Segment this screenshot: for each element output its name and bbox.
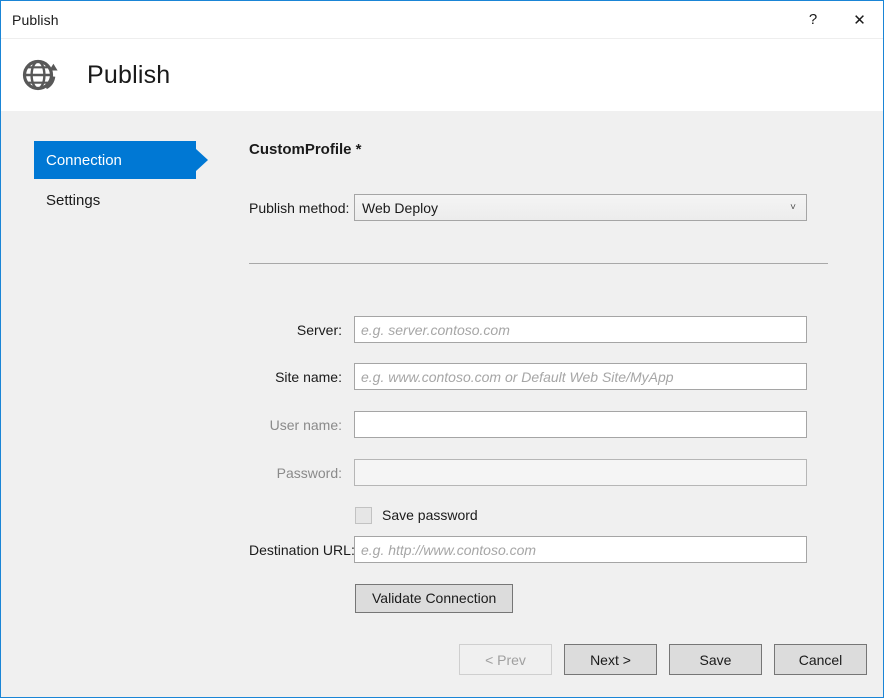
password-row: Password: [249, 459, 828, 486]
save-password-label: Save password [382, 507, 478, 523]
site-name-input[interactable] [354, 363, 807, 390]
publish-method-select[interactable]: Web Deploy ˅ [354, 194, 807, 221]
selected-pointer-icon [196, 149, 208, 171]
destination-url-label: Destination URL: [249, 542, 354, 558]
sidebar-item-settings[interactable]: Settings [34, 181, 214, 219]
destination-url-row: Destination URL: [249, 536, 828, 563]
publish-globe-icon [18, 52, 64, 98]
password-input[interactable] [354, 459, 807, 486]
section-divider [249, 263, 828, 264]
server-label: Server: [249, 322, 354, 338]
title-bar: Publish ? ✕ [1, 1, 883, 38]
publish-dialog-window: Publish ? ✕ Publish Connection [0, 0, 884, 698]
window-title: Publish [12, 12, 59, 28]
server-input[interactable] [354, 316, 807, 343]
close-button[interactable]: ✕ [836, 1, 883, 38]
next-button[interactable]: Next > [564, 644, 657, 675]
sidebar-item-label: Settings [46, 192, 100, 209]
destination-url-input[interactable] [354, 536, 807, 563]
sidebar-item-connection[interactable]: Connection [34, 141, 196, 179]
server-row: Server: [249, 316, 828, 343]
user-name-input[interactable] [354, 411, 807, 438]
dialog-footer: < Prev Next > Save Cancel [1, 644, 883, 675]
user-name-label: User name: [249, 417, 354, 433]
site-name-row: Site name: [249, 363, 828, 390]
dialog-body: Connection Settings CustomProfile * Publ… [1, 111, 883, 697]
cancel-button[interactable]: Cancel [774, 644, 867, 675]
save-button[interactable]: Save [669, 644, 762, 675]
connection-form-pane: CustomProfile * Publish method: Web Depl… [249, 141, 828, 163]
page-title: Publish [87, 61, 170, 90]
publish-method-label: Publish method: [249, 200, 354, 216]
validate-connection-row: Validate Connection [249, 584, 828, 612]
profile-title: CustomProfile * [249, 141, 828, 163]
save-password-checkbox[interactable] [355, 507, 372, 524]
password-label: Password: [249, 465, 354, 481]
prev-button[interactable]: < Prev [459, 644, 552, 675]
help-button[interactable]: ? [790, 1, 836, 38]
sidebar-item-label: Connection [46, 152, 122, 169]
window-controls: ? ✕ [790, 1, 883, 38]
save-password-row: Save password [249, 501, 828, 529]
validate-connection-button[interactable]: Validate Connection [355, 584, 513, 613]
chevron-down-icon: ˅ [780, 195, 806, 220]
publish-method-row: Publish method: Web Deploy ˅ [249, 194, 828, 221]
dialog-header: Publish [1, 38, 883, 111]
site-name-label: Site name: [249, 369, 354, 385]
publish-method-value: Web Deploy [362, 200, 438, 216]
sidebar-nav: Connection Settings [34, 141, 214, 219]
user-name-row: User name: [249, 411, 828, 438]
